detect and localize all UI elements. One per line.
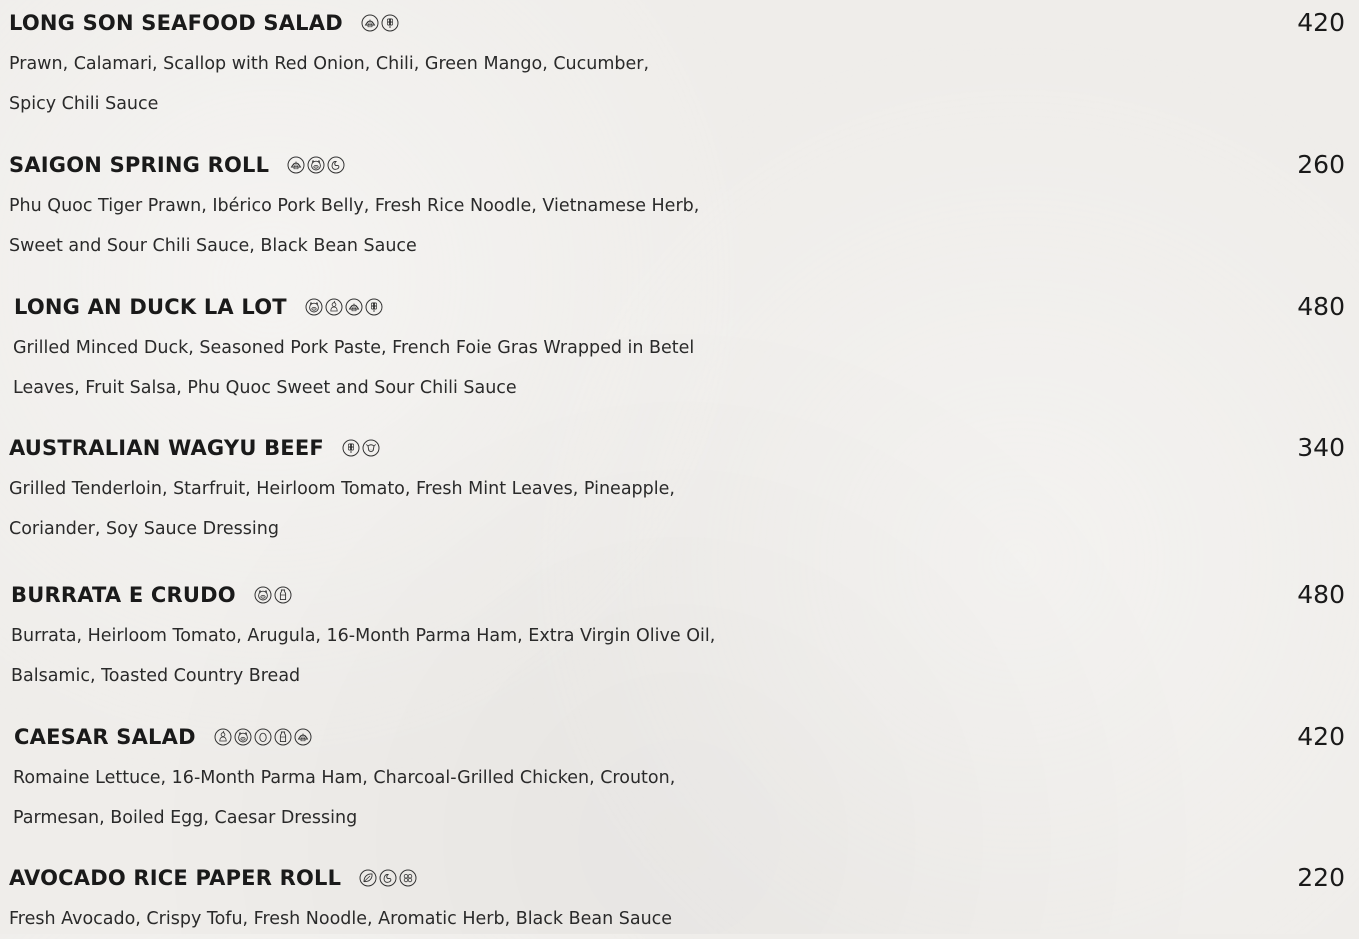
item-header: CAESAR SALAD [14, 722, 312, 752]
gluten-icon [365, 298, 383, 316]
item-name: AVOCADO RICE PAPER ROLL [9, 866, 342, 890]
item-description: Prawn, Calamari, Scallop with Red Onion,… [9, 44, 909, 124]
description-line: Leaves, Fruit Salsa, Phu Quoc Sweet and … [13, 378, 517, 398]
allergen-icons [342, 439, 380, 457]
description-line: Prawn, Calamari, Scallop with Red Onion,… [9, 54, 650, 74]
gluten-icon [381, 14, 399, 32]
dairy-icon [274, 586, 292, 604]
nuts-icon [399, 869, 417, 887]
description-line: Burrata, Heirloom Tomato, Arugula, 16-Mo… [11, 626, 716, 646]
allergen-icons [214, 728, 312, 746]
pork-icon [305, 298, 323, 316]
allergen-icons [287, 156, 345, 174]
poultry-icon [325, 298, 343, 316]
description-line: Balsamic, Toasted Country Bread [11, 666, 301, 686]
dairy-icon [274, 728, 292, 746]
item-name: AUSTRALIAN WAGYU BEEF [9, 436, 324, 460]
item-price: 480 [1297, 580, 1345, 609]
shellfish-icon [287, 156, 305, 174]
item-header: AVOCADO RICE PAPER ROLL [9, 863, 417, 893]
item-name: LONG AN DUCK LA LOT [14, 295, 287, 319]
allergen-icons [305, 298, 383, 316]
egg-icon [254, 728, 272, 746]
item-name: CAESAR SALAD [14, 725, 196, 749]
shellfish-icon [345, 298, 363, 316]
soy-icon [379, 869, 397, 887]
soy-icon [327, 156, 345, 174]
item-price: 480 [1297, 292, 1345, 321]
gluten-icon [342, 439, 360, 457]
description-line: Romaine Lettuce, 16-Month Parma Ham, Cha… [13, 768, 676, 788]
description-line: Spicy Chili Sauce [9, 94, 159, 114]
item-description: Phu Quoc Tiger Prawn, Ibérico Pork Belly… [9, 186, 909, 266]
item-header: LONG SON SEAFOOD SALAD [9, 8, 399, 38]
item-price: 420 [1297, 8, 1345, 37]
item-header: LONG AN DUCK LA LOT [14, 292, 383, 322]
description-line: Fresh Avocado, Crispy Tofu, Fresh Noodle… [9, 909, 673, 929]
menu-page: LONG SON SEAFOOD SALAD 420 Prawn, Calama… [0, 0, 1359, 934]
item-price: 420 [1297, 722, 1345, 751]
item-header: BURRATA E CRUDO [11, 580, 292, 610]
item-price: 220 [1297, 863, 1345, 892]
item-description: Grilled Minced Duck, Seasoned Pork Paste… [13, 328, 913, 408]
poultry-icon [214, 728, 232, 746]
item-description: Romaine Lettuce, 16-Month Parma Ham, Cha… [13, 758, 913, 838]
item-description: Burrata, Heirloom Tomato, Arugula, 16-Mo… [11, 616, 911, 696]
description-line: Phu Quoc Tiger Prawn, Ibérico Pork Belly… [9, 196, 700, 216]
pork-icon [254, 586, 272, 604]
allergen-icons [361, 14, 399, 32]
item-description: Fresh Avocado, Crispy Tofu, Fresh Noodle… [9, 899, 909, 939]
description-line: Grilled Tenderloin, Starfruit, Heirloom … [9, 479, 675, 499]
item-header: AUSTRALIAN WAGYU BEEF [9, 433, 380, 463]
beef-icon [362, 439, 380, 457]
pork-icon [307, 156, 325, 174]
item-price: 340 [1297, 433, 1345, 462]
shellfish-icon [361, 14, 379, 32]
item-name: LONG SON SEAFOOD SALAD [9, 11, 343, 35]
item-name: SAIGON SPRING ROLL [9, 153, 270, 177]
allergen-icons [254, 586, 292, 604]
vegan-icon [359, 869, 377, 887]
item-header: SAIGON SPRING ROLL [9, 150, 345, 180]
description-line: Coriander, Soy Sauce Dressing [9, 519, 279, 539]
pork-icon [234, 728, 252, 746]
item-price: 260 [1297, 150, 1345, 179]
description-line: Sweet and Sour Chili Sauce, Black Bean S… [9, 236, 417, 256]
shellfish-icon [294, 728, 312, 746]
description-line: Grilled Minced Duck, Seasoned Pork Paste… [13, 338, 695, 358]
description-line: Parmesan, Boiled Egg, Caesar Dressing [13, 808, 358, 828]
allergen-icons [359, 869, 417, 887]
item-description: Grilled Tenderloin, Starfruit, Heirloom … [9, 469, 909, 549]
item-name: BURRATA E CRUDO [11, 583, 236, 607]
